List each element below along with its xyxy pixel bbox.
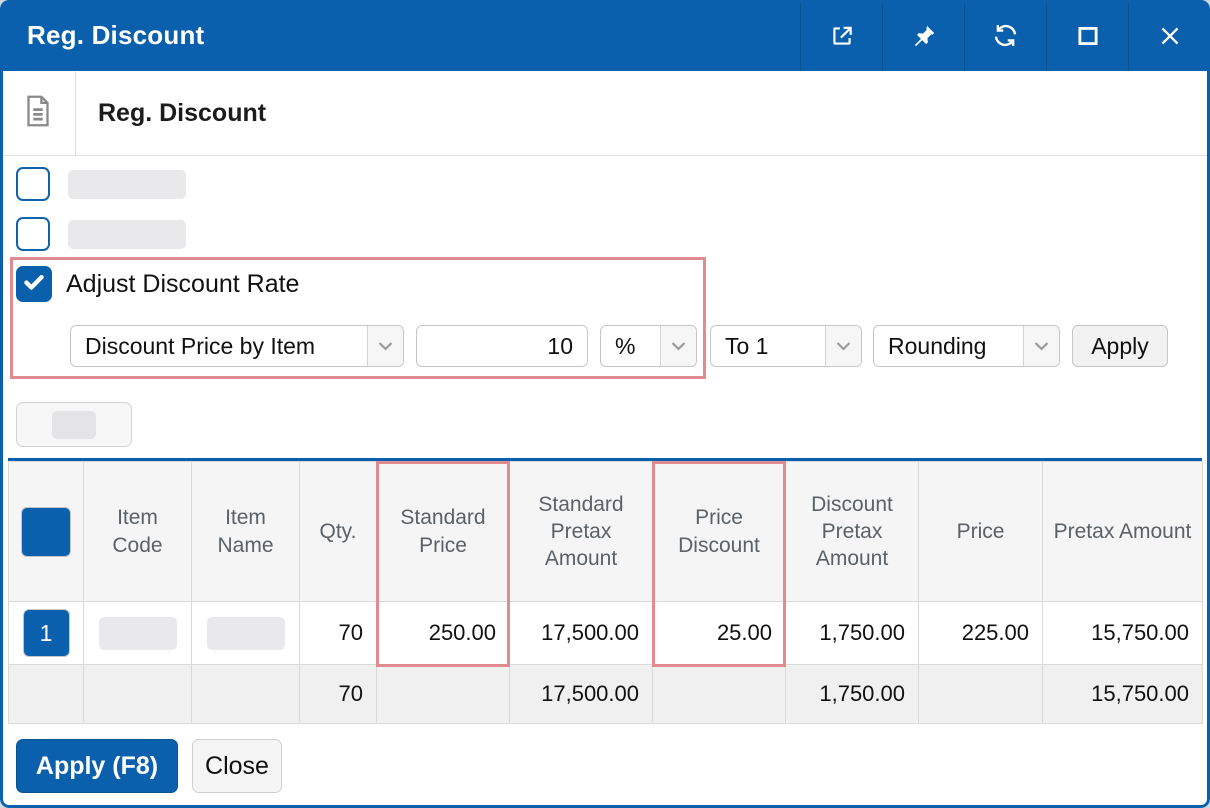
pin-button[interactable] bbox=[882, 0, 964, 71]
qty-cell[interactable]: 70 bbox=[300, 602, 377, 665]
pretax-amount-cell[interactable]: 15,750.00 bbox=[1043, 602, 1203, 665]
total-empty-cell bbox=[9, 665, 84, 724]
discount-pretax-amount-cell[interactable]: 1,750.00 bbox=[786, 602, 919, 665]
close-icon bbox=[1157, 23, 1183, 49]
row-number-badge[interactable]: 1 bbox=[24, 610, 69, 656]
total-empty-cell bbox=[192, 665, 300, 724]
reg-discount-dialog: Reg. Discount bbox=[0, 0, 1210, 808]
col-header-item-name: Item Name bbox=[192, 462, 300, 602]
mini-button-label-placeholder bbox=[52, 411, 96, 439]
adjust-discount-rate-label: Adjust Discount Rate bbox=[66, 270, 299, 299]
chevron-down-icon bbox=[1023, 326, 1059, 366]
total-standard-pretax-cell: 17,500.00 bbox=[510, 665, 653, 724]
option-row-1 bbox=[16, 167, 186, 201]
round-to-value: To 1 bbox=[711, 326, 825, 366]
total-empty-cell bbox=[377, 665, 510, 724]
col-header-label: Price Discount bbox=[678, 506, 760, 556]
col-header-label: Standard Pretax Amount bbox=[538, 493, 623, 571]
document-icon bbox=[21, 92, 55, 135]
apply-rate-button[interactable]: Apply bbox=[1072, 325, 1168, 367]
col-header-discount-pretax-amount: Discount Pretax Amount bbox=[786, 462, 919, 602]
dialog-header: Reg. Discount bbox=[0, 71, 1210, 156]
grid-total-row: 70 17,500.00 1,750.00 15,750.00 bbox=[9, 665, 1203, 724]
price-cell[interactable]: 225.00 bbox=[919, 602, 1043, 665]
col-header-label: Pretax Amount bbox=[1054, 520, 1192, 543]
discount-method-value: Discount Price by Item bbox=[71, 326, 367, 366]
total-empty-cell bbox=[653, 665, 786, 724]
col-header-label: Item Name bbox=[217, 506, 273, 556]
col-header-pretax-amount: Pretax Amount bbox=[1043, 462, 1203, 602]
price-discount-cell[interactable]: 25.00 bbox=[653, 602, 786, 665]
option-1-checkbox[interactable] bbox=[16, 167, 50, 201]
discount-rate-input[interactable] bbox=[416, 325, 588, 367]
col-header-price: Price bbox=[919, 462, 1043, 602]
col-header-label: Discount Pretax Amount bbox=[811, 493, 893, 571]
select-all-checkbox[interactable] bbox=[22, 508, 70, 556]
total-pretax-cell: 15,750.00 bbox=[1043, 665, 1203, 724]
maximize-icon bbox=[1075, 23, 1101, 49]
total-discount-pretax-cell: 1,750.00 bbox=[786, 665, 919, 724]
chevron-down-icon bbox=[825, 326, 861, 366]
close-window-button[interactable] bbox=[1128, 0, 1210, 71]
grid-header-row: Item Code Item Name Qty. Standard Price … bbox=[9, 462, 1203, 602]
round-to-select[interactable]: To 1 bbox=[710, 325, 862, 367]
refresh-button[interactable] bbox=[964, 0, 1046, 71]
rounding-method-value: Rounding bbox=[874, 326, 1023, 366]
col-header-label: Price bbox=[957, 520, 1005, 543]
col-header-standard-price: Standard Price bbox=[377, 462, 510, 602]
option-2-label-placeholder bbox=[68, 220, 186, 249]
close-button[interactable]: Close bbox=[192, 739, 282, 793]
col-header-label: Item Code bbox=[112, 506, 162, 556]
chevron-down-icon bbox=[367, 326, 403, 366]
item-name-placeholder bbox=[207, 617, 285, 650]
refresh-icon bbox=[992, 22, 1019, 49]
apply-f8-button[interactable]: Apply (F8) bbox=[16, 739, 178, 793]
option-1-label-placeholder bbox=[68, 170, 186, 199]
col-header-qty: Qty. bbox=[300, 462, 377, 602]
maximize-button[interactable] bbox=[1046, 0, 1128, 71]
chevron-down-icon bbox=[660, 326, 696, 366]
adjust-discount-rate-row: Adjust Discount Rate bbox=[16, 266, 299, 302]
standard-price-cell[interactable]: 250.00 bbox=[377, 602, 510, 665]
redacted-mini-button[interactable] bbox=[16, 402, 132, 447]
total-empty-cell bbox=[919, 665, 1043, 724]
page-title: Reg. Discount bbox=[76, 71, 266, 155]
option-2-checkbox[interactable] bbox=[16, 217, 50, 251]
discount-unit-value: % bbox=[601, 326, 660, 366]
col-header-label: Qty. bbox=[320, 520, 357, 543]
titlebar-actions bbox=[800, 0, 1210, 71]
select-all-header-cell bbox=[9, 462, 84, 602]
standard-pretax-amount-cell[interactable]: 17,500.00 bbox=[510, 602, 653, 665]
option-row-2 bbox=[16, 217, 186, 251]
document-icon-cell bbox=[0, 71, 76, 155]
item-name-cell[interactable] bbox=[192, 602, 300, 665]
discount-controls-row: Discount Price by Item % To 1 Rounding A… bbox=[70, 325, 1168, 367]
discount-method-select[interactable]: Discount Price by Item bbox=[70, 325, 404, 367]
row-number-cell: 1 bbox=[9, 602, 84, 665]
total-empty-cell bbox=[84, 665, 192, 724]
rounding-method-select[interactable]: Rounding bbox=[873, 325, 1060, 367]
discount-unit-select[interactable]: % bbox=[600, 325, 697, 367]
item-code-cell[interactable] bbox=[84, 602, 192, 665]
open-in-new-window-button[interactable] bbox=[800, 0, 882, 71]
col-header-price-discount: Price Discount bbox=[653, 462, 786, 602]
col-header-item-code: Item Code bbox=[84, 462, 192, 602]
checkmark-icon bbox=[21, 269, 47, 300]
open-in-new-window-icon bbox=[829, 23, 855, 49]
col-header-standard-pretax-amount: Standard Pretax Amount bbox=[510, 462, 653, 602]
items-grid: Item Code Item Name Qty. Standard Price … bbox=[8, 458, 1202, 724]
window-title: Reg. Discount bbox=[0, 20, 204, 51]
adjust-discount-rate-checkbox[interactable] bbox=[16, 266, 52, 302]
grid-data-row: 1 70 250.00 17,500.00 25.00 1,750.00 225… bbox=[9, 602, 1203, 665]
titlebar: Reg. Discount bbox=[0, 0, 1210, 71]
col-header-label: Standard Price bbox=[400, 506, 485, 556]
pin-icon bbox=[911, 23, 937, 49]
total-qty-cell: 70 bbox=[300, 665, 377, 724]
item-code-placeholder bbox=[99, 617, 177, 650]
